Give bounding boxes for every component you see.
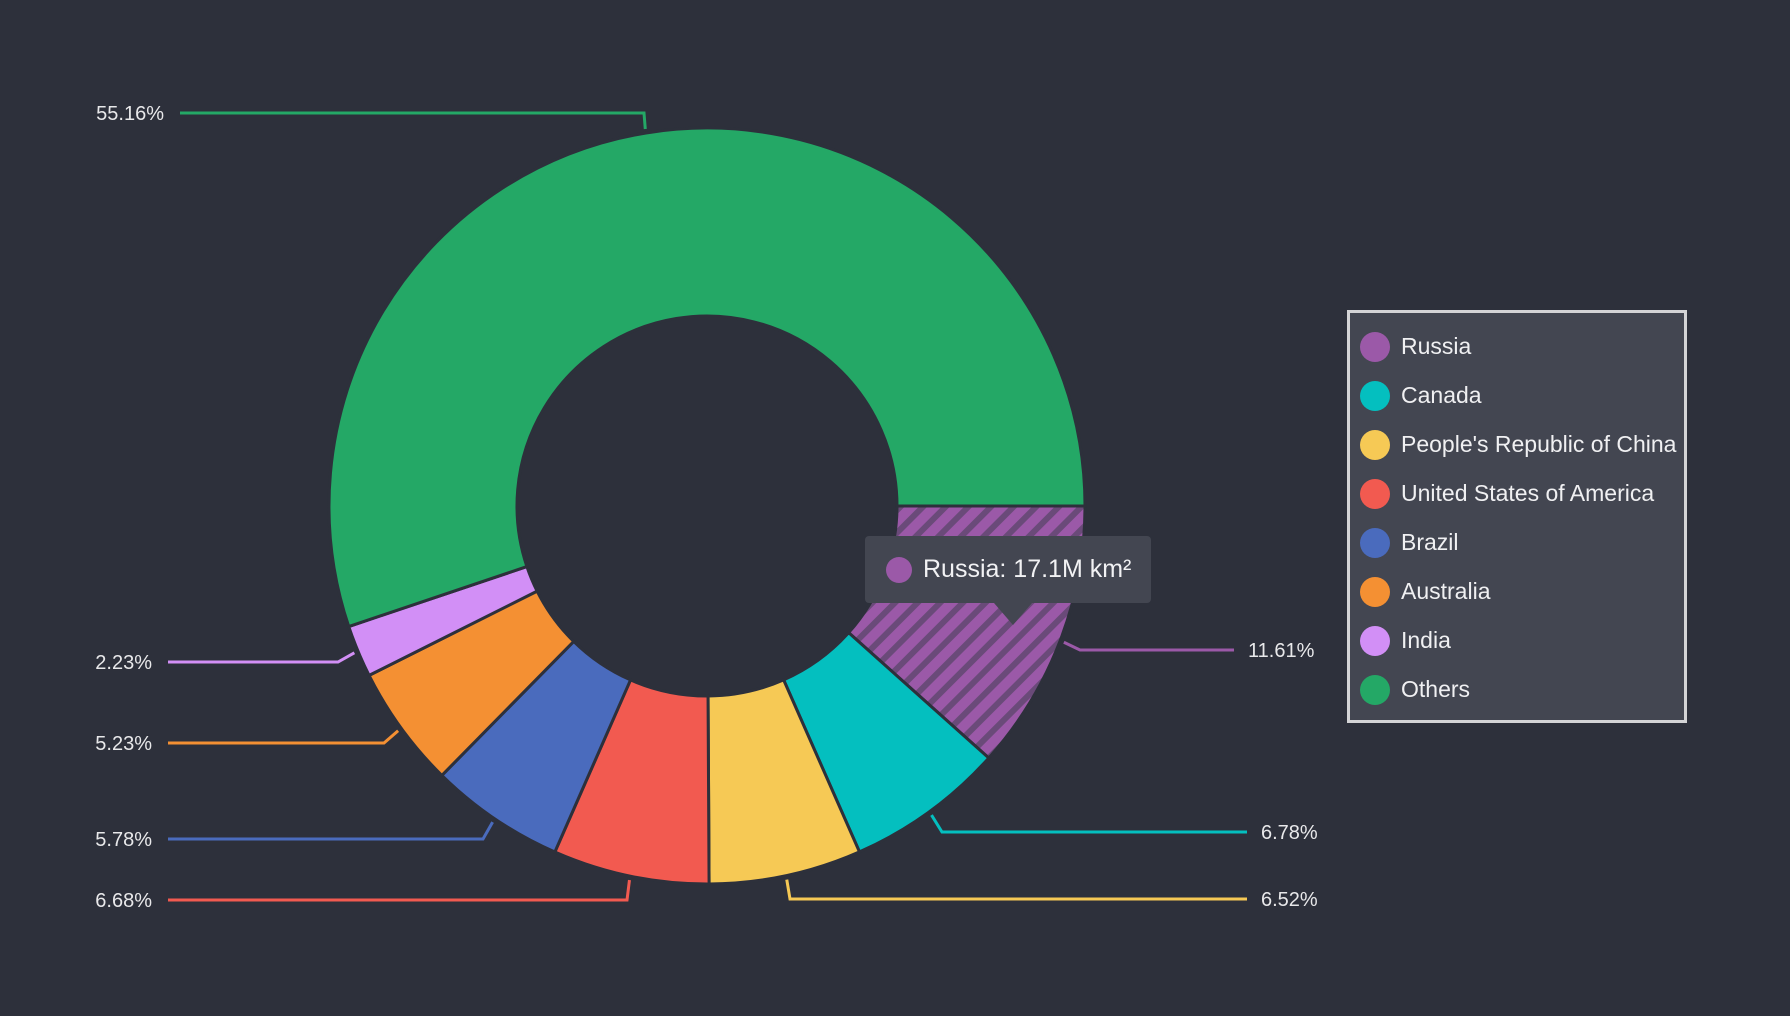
leader-line bbox=[930, 814, 1247, 834]
legend-item-india[interactable]: India bbox=[1360, 616, 1684, 665]
legend: Russia Canada People's Republic of China… bbox=[1347, 310, 1687, 723]
legend-item-canada[interactable]: Canada bbox=[1360, 371, 1684, 420]
slices-group bbox=[327, 126, 1087, 886]
legend-dot-icon bbox=[1360, 674, 1390, 705]
leader-line bbox=[1063, 640, 1234, 652]
legend-label: Others bbox=[1401, 676, 1471, 702]
legend-label: Canada bbox=[1401, 382, 1482, 408]
legend-label: Australia bbox=[1401, 578, 1491, 604]
leader-line bbox=[168, 821, 494, 841]
legend-label: Brazil bbox=[1401, 529, 1459, 555]
tooltip-text: Russia: 17.1M km² bbox=[923, 555, 1132, 583]
legend-label: India bbox=[1401, 627, 1451, 653]
legend-dot-icon bbox=[1360, 331, 1390, 362]
leader-line bbox=[168, 729, 400, 745]
leader-line bbox=[785, 879, 1247, 901]
legend-item-russia[interactable]: Russia bbox=[1360, 322, 1684, 371]
data-label: 55.16% bbox=[96, 103, 164, 125]
legend-label: Russia bbox=[1401, 333, 1472, 359]
leader-line bbox=[180, 111, 647, 130]
legend-dot-icon bbox=[1360, 380, 1390, 411]
leader-line bbox=[168, 879, 631, 902]
leader-line bbox=[168, 651, 356, 664]
legend-item-brazil[interactable]: Brazil bbox=[1360, 518, 1684, 567]
legend-item-china[interactable]: People's Republic of China bbox=[1360, 420, 1684, 469]
data-label: 2.23% bbox=[95, 652, 152, 674]
legend-dot-icon bbox=[1360, 429, 1390, 460]
legend-dot-icon bbox=[1360, 478, 1390, 509]
legend-dot-icon bbox=[1360, 527, 1390, 558]
data-label: 6.52% bbox=[1261, 889, 1318, 911]
data-label: 5.78% bbox=[95, 829, 152, 851]
legend-item-usa[interactable]: United States of America bbox=[1360, 469, 1684, 518]
legend-label: United States of America bbox=[1401, 480, 1655, 506]
legend-item-australia[interactable]: Australia bbox=[1360, 567, 1684, 616]
legend-label: People's Republic of China bbox=[1401, 431, 1677, 457]
data-label: 5.23% bbox=[95, 733, 152, 755]
data-label: 6.78% bbox=[1261, 822, 1318, 844]
legend-item-others[interactable]: Others bbox=[1360, 665, 1684, 714]
data-label: 11.61% bbox=[1248, 640, 1315, 662]
tooltip: Russia: 17.1M km² bbox=[865, 536, 1152, 625]
legend-dot-icon bbox=[1360, 625, 1390, 656]
data-label: 6.68% bbox=[95, 890, 152, 912]
legend-dot-icon bbox=[1360, 576, 1390, 607]
tooltip-color-dot bbox=[886, 556, 912, 583]
